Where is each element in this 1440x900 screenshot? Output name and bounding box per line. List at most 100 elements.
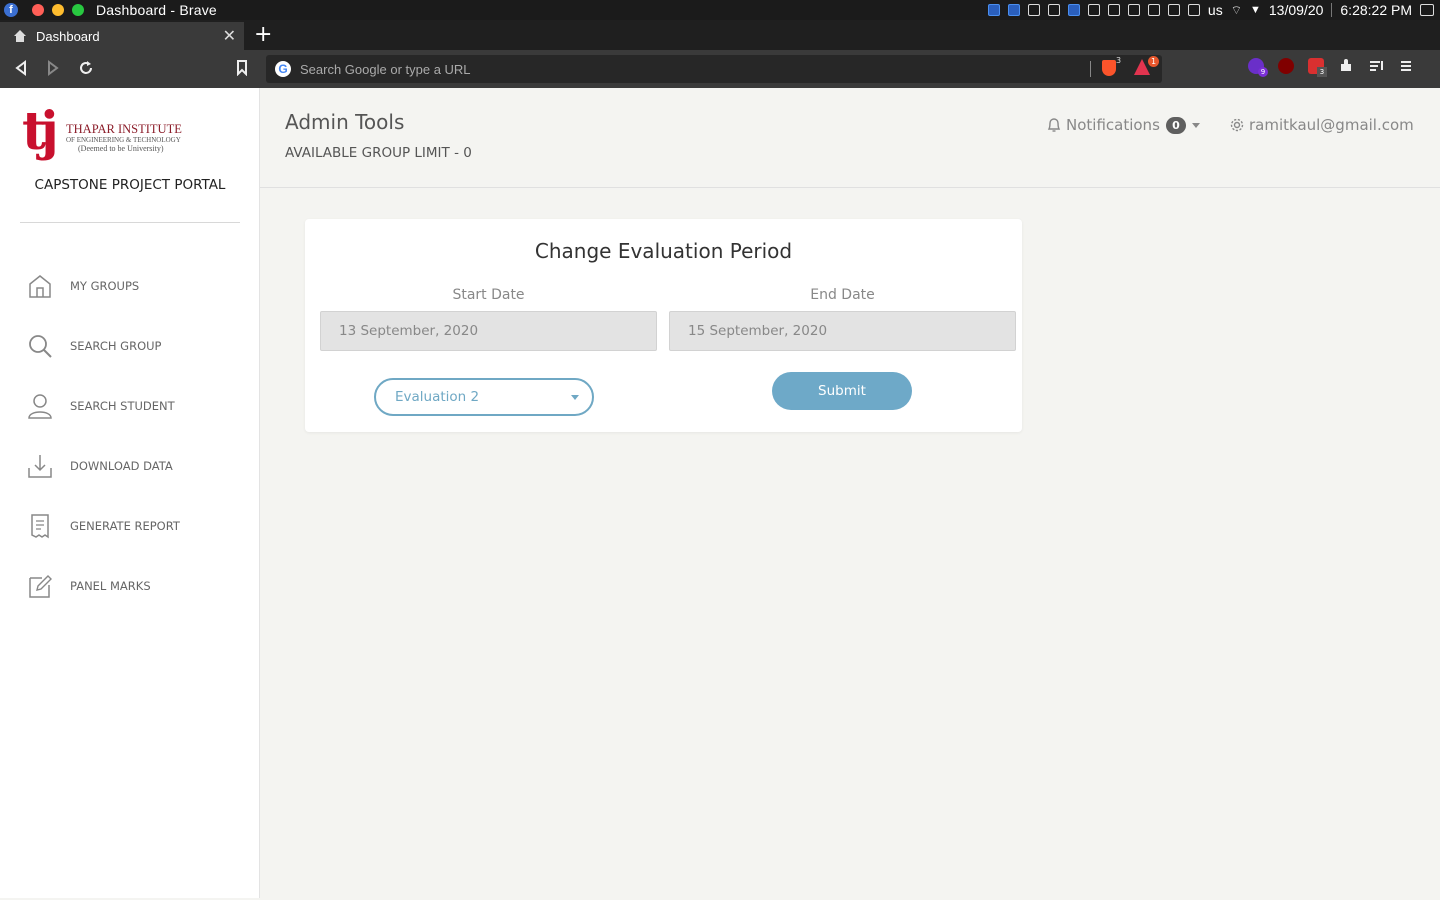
extension-badge: 3 xyxy=(1317,67,1327,77)
browser-tab-bar: Dashboard ✕ + xyxy=(0,20,1440,50)
desktop-icon[interactable] xyxy=(1420,4,1434,16)
evaluation-selected-value: Evaluation 2 xyxy=(395,389,480,405)
page-title: Admin Tools xyxy=(285,110,405,134)
window-close-button[interactable] xyxy=(32,4,44,16)
playlist-icon[interactable] xyxy=(1368,58,1384,74)
puzzle-icon[interactable] xyxy=(1338,58,1354,74)
sidebar-item-generate-report[interactable]: GENERATE REPORT xyxy=(0,496,260,556)
keyboard-layout[interactable]: us xyxy=(1208,2,1223,18)
sidebar-item-label: DOWNLOAD DATA xyxy=(70,459,173,473)
change-evaluation-period-card: Change Evaluation Period Start Date End … xyxy=(305,219,1022,432)
tab-close-icon[interactable]: ✕ xyxy=(223,26,236,46)
sidebar-divider xyxy=(20,222,240,223)
wifi-icon[interactable]: ⌔ xyxy=(1231,3,1242,18)
notifications-dropdown[interactable]: Notifications 0 xyxy=(1047,116,1200,134)
main-content: Admin Tools AVAILABLE GROUP LIMIT - 0 No… xyxy=(260,88,1440,898)
user-menu[interactable]: ramitkaul@gmail.com xyxy=(1229,116,1414,134)
tab-dashboard[interactable]: Dashboard ✕ xyxy=(0,22,244,50)
logo-subtitle: OF ENGINEERING & TECHNOLOGY xyxy=(66,136,181,144)
sidebar-item-my-groups[interactable]: MY GROUPS xyxy=(0,256,260,316)
ublock-icon[interactable] xyxy=(1278,58,1294,74)
media-icon[interactable] xyxy=(1087,4,1100,16)
back-icon[interactable] xyxy=(14,60,28,76)
card-title: Change Evaluation Period xyxy=(534,239,793,263)
sidebar-item-search-student[interactable]: SEARCH STUDENT xyxy=(0,376,260,436)
end-date-field[interactable]: 15 September, 2020 xyxy=(669,311,1016,351)
system-tray: us ⌔ ▼ 13/09/20 6:28:22 PM xyxy=(987,0,1434,20)
workspace-2-icon[interactable] xyxy=(1007,4,1020,16)
start-date-field[interactable]: 13 September, 2020 xyxy=(320,311,657,351)
user-icon xyxy=(26,392,54,420)
new-tab-button[interactable]: + xyxy=(254,22,272,48)
reload-icon[interactable] xyxy=(78,60,94,76)
download-icon xyxy=(26,452,54,480)
date: 13/09/20 xyxy=(1268,2,1324,18)
clipboard-icon[interactable] xyxy=(1107,4,1120,16)
battery-icon[interactable] xyxy=(1167,4,1180,16)
page-header: Admin Tools AVAILABLE GROUP LIMIT - 0 No… xyxy=(260,88,1440,188)
url-placeholder[interactable]: Search Google or type a URL xyxy=(300,62,471,77)
sidebar-item-label: MY GROUPS xyxy=(70,279,140,293)
sidebar-item-label: PANEL MARKS xyxy=(70,579,151,593)
shield-count: 3 xyxy=(1116,56,1122,65)
volume-icon[interactable] xyxy=(1147,4,1160,16)
end-date-value: 15 September, 2020 xyxy=(688,323,828,339)
notifications-count-badge: 0 xyxy=(1165,116,1186,134)
rewards-count: 1 xyxy=(1148,56,1159,67)
sidebar: tj THAPAR INSTITUTE OF ENGINEERING & TEC… xyxy=(0,88,260,898)
extension-purple[interactable]: 9 xyxy=(1248,58,1268,77)
notifications-label: Notifications xyxy=(1066,116,1160,134)
sidebar-item-search-group[interactable]: SEARCH GROUP xyxy=(0,316,260,376)
portal-title: CAPSTONE PROJECT PORTAL xyxy=(34,177,226,193)
sidebar-menu: MY GROUPS SEARCH GROUP SEARCH STUDENT DO… xyxy=(0,256,260,616)
workspace-3-icon[interactable] xyxy=(1027,4,1040,16)
screenshot-icon[interactable] xyxy=(1047,4,1060,16)
sidebar-item-panel-marks[interactable]: PANEL MARKS xyxy=(0,556,260,616)
group-limit: AVAILABLE GROUP LIMIT - 0 xyxy=(285,145,472,161)
address-bar[interactable]: G Search Google or type a URL 3 1 xyxy=(266,55,1162,83)
forward-icon[interactable] xyxy=(46,60,60,76)
dropdown-arrow-icon[interactable]: ▼ xyxy=(1250,4,1261,16)
edit-icon xyxy=(26,572,54,600)
sidebar-item-label: SEARCH GROUP xyxy=(70,339,162,353)
extension-red[interactable]: 3 xyxy=(1308,58,1327,77)
report-icon xyxy=(26,512,54,540)
window-controls xyxy=(32,4,84,16)
bookmark-icon[interactable] xyxy=(236,60,248,76)
home-favicon-icon xyxy=(14,30,26,42)
evaluation-select[interactable]: Evaluation 2 xyxy=(374,378,594,416)
brave-shield-icon[interactable] xyxy=(1102,60,1116,76)
search-icon xyxy=(26,332,54,360)
window-minimize-button[interactable] xyxy=(52,4,64,16)
extensions: 9 3 xyxy=(1248,58,1414,77)
chevron-down-icon xyxy=(1191,122,1200,128)
end-date-label: End Date xyxy=(810,287,875,303)
settings-tray-icon[interactable] xyxy=(1067,4,1080,16)
user-email: ramitkaul@gmail.com xyxy=(1249,116,1414,134)
extension-badge: 9 xyxy=(1258,67,1268,77)
logo-mark: tj xyxy=(22,101,59,162)
browser-nav-bar: G Search Google or type a URL 3 1 9 3 xyxy=(0,50,1440,88)
bell-icon xyxy=(1047,118,1061,132)
logo-subtitle-2: (Deemed to be University) xyxy=(78,144,164,153)
google-icon: G xyxy=(275,61,291,77)
url-separator xyxy=(1090,61,1091,77)
sidebar-item-label: SEARCH STUDENT xyxy=(70,399,175,413)
gear-icon xyxy=(1230,118,1244,132)
window-maximize-button[interactable] xyxy=(72,4,84,16)
tray-separator xyxy=(1331,3,1333,17)
workspace-1-icon[interactable] xyxy=(987,4,1000,16)
submit-button[interactable]: Submit xyxy=(772,372,912,410)
display-icon[interactable] xyxy=(1187,4,1200,16)
tab-title: Dashboard xyxy=(36,28,100,44)
os-top-bar: f Dashboard - Brave us ⌔ ▼ 13/09/20 6:28… xyxy=(0,0,1440,20)
location-icon[interactable] xyxy=(1127,4,1140,16)
start-date-value: 13 September, 2020 xyxy=(339,323,479,339)
thapar-logo[interactable]: tj THAPAR INSTITUTE OF ENGINEERING & TEC… xyxy=(22,106,202,166)
tray-icons xyxy=(987,4,1200,16)
window-title: Dashboard - Brave xyxy=(96,2,217,18)
fedora-icon[interactable]: f xyxy=(4,3,18,17)
sidebar-item-download-data[interactable]: DOWNLOAD DATA xyxy=(0,436,260,496)
home-icon xyxy=(26,272,54,300)
menu-icon[interactable] xyxy=(1398,58,1414,74)
